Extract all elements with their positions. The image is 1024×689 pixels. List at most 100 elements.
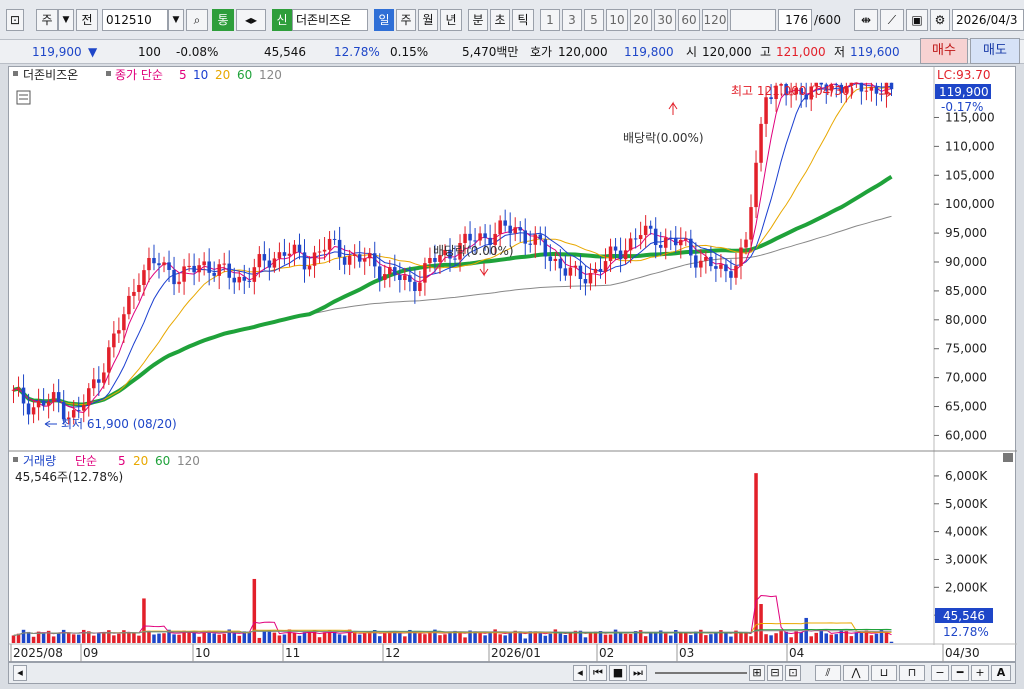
zoom-slider[interactable] bbox=[655, 672, 747, 674]
layout-icon-1[interactable]: ⊞ bbox=[749, 665, 765, 681]
interval-20[interactable]: 20 bbox=[630, 9, 652, 31]
candle-body bbox=[267, 260, 272, 268]
chart-type-icon-4[interactable]: ⊓ bbox=[899, 665, 925, 681]
vol-legend-value: 45,546주(12.78%) bbox=[15, 470, 123, 484]
window-icon[interactable]: ⊡ bbox=[6, 9, 24, 31]
ma60-line bbox=[13, 175, 893, 407]
date-input[interactable]: 2026/04/3 bbox=[952, 9, 1024, 31]
zoom-reset-icon[interactable]: ━ bbox=[951, 665, 969, 681]
candle-body bbox=[503, 220, 507, 226]
volume-bar bbox=[222, 633, 226, 643]
period-week[interactable]: 주 bbox=[396, 9, 416, 31]
volume-panel-close-icon[interactable] bbox=[1003, 453, 1013, 462]
period-minute[interactable]: 분 bbox=[468, 9, 488, 31]
volume-bar bbox=[212, 633, 216, 643]
candle-body bbox=[709, 256, 713, 267]
down-arrow-icon: ▼ bbox=[88, 45, 98, 59]
volume-bar bbox=[859, 632, 864, 643]
interval-60[interactable]: 60 bbox=[678, 9, 700, 31]
bid-price: 119,800 bbox=[624, 45, 674, 59]
candle-body bbox=[408, 275, 412, 282]
stock-code-input[interactable]: 012510 bbox=[102, 9, 168, 31]
interval-custom-dropdown[interactable] bbox=[730, 9, 776, 31]
bar-count-input[interactable]: 176 bbox=[778, 9, 812, 31]
volume-bar bbox=[478, 632, 482, 643]
interval-120[interactable]: 120 bbox=[702, 9, 728, 31]
candle-body bbox=[874, 86, 879, 94]
volume-bar bbox=[764, 634, 768, 643]
sin-button[interactable]: 신 bbox=[272, 9, 292, 31]
period-second[interactable]: 초 bbox=[490, 9, 510, 31]
stop-icon[interactable]: ■ bbox=[609, 665, 627, 681]
prefix-button[interactable]: 전 bbox=[76, 9, 98, 31]
chart-tools-icon[interactable]: ⇼ bbox=[854, 9, 878, 31]
chart-area[interactable]: 115,000 110,000 105,000 100,000 95,000 90,000… bbox=[8, 66, 1017, 663]
layout-icon-3[interactable]: ⊡ bbox=[785, 665, 801, 681]
period-month[interactable]: 월 bbox=[418, 9, 438, 31]
volume-bar bbox=[76, 634, 81, 643]
period-tick[interactable]: 틱 bbox=[512, 9, 534, 31]
candle-body bbox=[172, 269, 176, 285]
market-type-button[interactable]: 주 bbox=[36, 9, 58, 31]
x-tick-label: 10 bbox=[195, 646, 210, 660]
search-icon[interactable]: ⌕ bbox=[186, 9, 208, 31]
candle-body bbox=[423, 263, 427, 283]
font-size-icon[interactable]: A bbox=[991, 665, 1011, 681]
chart-type-icon-1[interactable]: ⫽ bbox=[815, 665, 841, 681]
fast-forward-icon[interactable]: ⏭ bbox=[629, 665, 647, 681]
buy-button[interactable]: 매수 bbox=[920, 38, 968, 64]
volume-bar bbox=[337, 634, 342, 643]
layout-icon-2[interactable]: ⊟ bbox=[767, 665, 783, 681]
interval-3[interactable]: 3 bbox=[562, 9, 582, 31]
interval-30[interactable]: 30 bbox=[654, 9, 676, 31]
candle-body bbox=[272, 258, 277, 268]
candle-body bbox=[26, 403, 31, 415]
candle-body bbox=[854, 82, 859, 84]
period-day[interactable]: 일 bbox=[374, 9, 394, 31]
volume-bar bbox=[653, 631, 658, 643]
volume-bar bbox=[628, 634, 633, 643]
zoom-in-icon[interactable]: + bbox=[971, 665, 989, 681]
volume-bar bbox=[147, 630, 151, 643]
volume-bar bbox=[232, 633, 237, 643]
volume-bar bbox=[679, 632, 683, 643]
zoom-out-icon[interactable]: − bbox=[931, 665, 949, 681]
grid-toggle-icon[interactable] bbox=[16, 90, 31, 105]
sell-button[interactable]: 매도 bbox=[970, 38, 1020, 64]
volume-bar bbox=[157, 633, 161, 643]
period-year[interactable]: 년 bbox=[440, 9, 462, 31]
candle-body bbox=[388, 267, 392, 275]
vol-legend-ma60: 60 bbox=[155, 454, 170, 468]
candle-body bbox=[182, 266, 186, 282]
stock-code-dropdown-icon[interactable]: ▼ bbox=[168, 9, 184, 31]
chart-type-icon-2[interactable]: ⋀ bbox=[843, 665, 869, 681]
candle-body bbox=[653, 228, 658, 246]
price-tick-label: 80,000 bbox=[945, 313, 987, 327]
candle-body bbox=[674, 238, 678, 246]
interval-5[interactable]: 5 bbox=[584, 9, 604, 31]
volume-bar bbox=[66, 632, 71, 643]
stock-name-field[interactable]: 더존비즈온 bbox=[292, 9, 368, 31]
candle-body bbox=[36, 400, 41, 408]
chart-type-icon-3[interactable]: ⊔ bbox=[871, 665, 897, 681]
candle-body bbox=[107, 347, 111, 373]
hoga-label: 호가 bbox=[530, 45, 553, 59]
gear-icon[interactable]: ⚙ bbox=[930, 9, 950, 31]
legend-ma20: 20 bbox=[215, 68, 230, 82]
interval-10[interactable]: 10 bbox=[606, 9, 628, 31]
candle-body bbox=[689, 238, 693, 256]
speaker-icon[interactable]: ◂▸ bbox=[236, 9, 266, 31]
scroll-left-small-icon[interactable]: ◂ bbox=[573, 665, 587, 681]
candle-body bbox=[658, 245, 663, 248]
rewind-icon[interactable]: ⏮ bbox=[589, 665, 607, 681]
volume-bar bbox=[488, 632, 492, 643]
volume-bar bbox=[31, 636, 36, 643]
interval-1[interactable]: 1 bbox=[540, 9, 560, 31]
scroll-left-icon[interactable]: ◂ bbox=[13, 665, 27, 681]
save-icon[interactable]: ▣ bbox=[906, 9, 928, 31]
tong-button[interactable]: 통 bbox=[212, 9, 234, 31]
volume-bar bbox=[307, 631, 312, 643]
trend-icon[interactable]: ⟋ bbox=[880, 9, 904, 31]
market-type-dropdown-icon[interactable]: ▼ bbox=[58, 9, 74, 31]
candle-body bbox=[227, 263, 231, 278]
